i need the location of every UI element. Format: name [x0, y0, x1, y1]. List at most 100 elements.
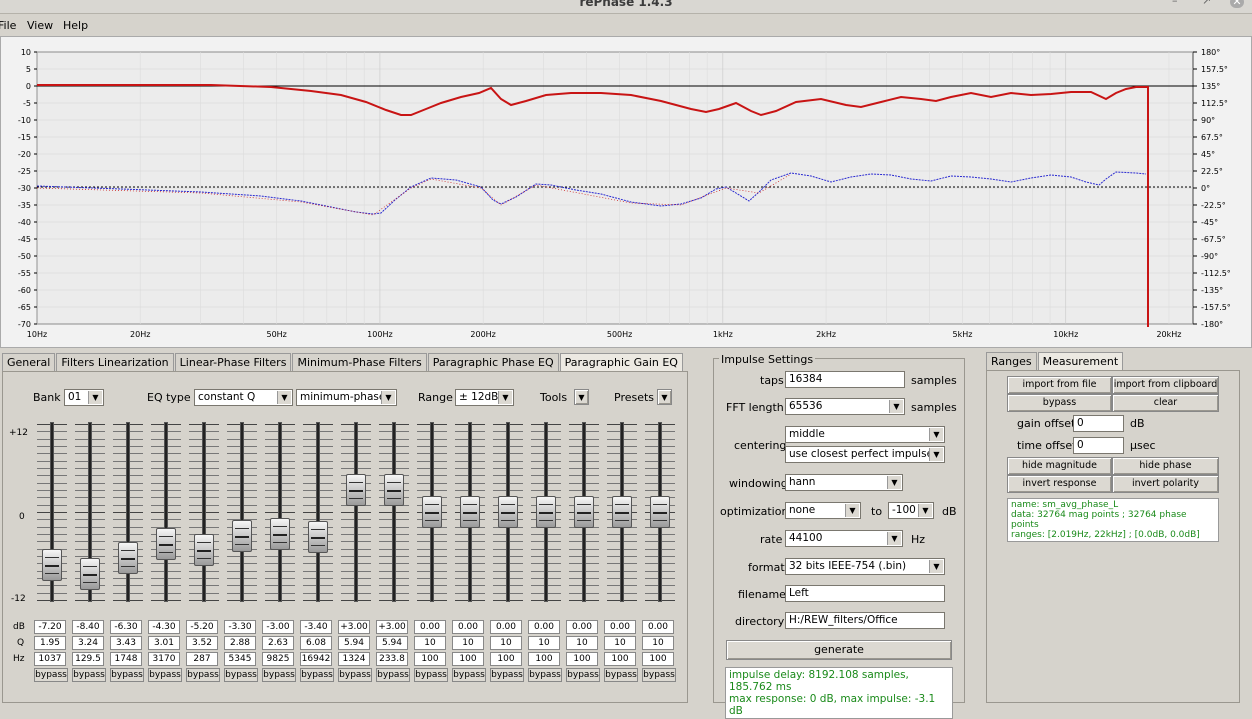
- band-gain-field[interactable]: 0.00: [642, 620, 674, 634]
- tab-paragraphic-phase-eq[interactable]: Paragraphic Phase EQ: [427, 353, 559, 371]
- band-slider[interactable]: [565, 422, 603, 602]
- time-offset-field[interactable]: 0: [1073, 437, 1124, 454]
- menu-file[interactable]: File: [0, 19, 16, 32]
- bypass-button[interactable]: bypass: [1007, 394, 1112, 412]
- band-freq-field[interactable]: 100: [528, 652, 560, 666]
- band-freq-field[interactable]: 16942: [300, 652, 332, 666]
- band-bypass-button[interactable]: bypass: [224, 668, 258, 682]
- hide-phase-button[interactable]: hide phase: [1112, 457, 1219, 475]
- band-slider[interactable]: [603, 422, 641, 602]
- centering-mode-select[interactable]: use closest perfect impulse ▼: [785, 446, 945, 463]
- gain-offset-field[interactable]: 0: [1073, 415, 1124, 432]
- slider-knob[interactable]: [612, 496, 632, 528]
- band-gain-field[interactable]: -3.00: [262, 620, 294, 634]
- band-freq-field[interactable]: 100: [604, 652, 636, 666]
- band-gain-field[interactable]: +3.00: [376, 620, 408, 634]
- band-bypass-button[interactable]: bypass: [262, 668, 296, 682]
- band-bypass-button[interactable]: bypass: [528, 668, 562, 682]
- tab-linear-phase-filters[interactable]: Linear-Phase Filters: [174, 353, 292, 371]
- centering-select[interactable]: middle ▼: [785, 426, 945, 443]
- maximize-icon[interactable]: ↗: [1202, 0, 1211, 7]
- band-gain-field[interactable]: -6.30: [110, 620, 142, 634]
- import-file-button[interactable]: import from file: [1007, 376, 1112, 394]
- band-bypass-button[interactable]: bypass: [642, 668, 676, 682]
- band-bypass-button[interactable]: bypass: [566, 668, 600, 682]
- range-select[interactable]: ± 12dB ▼: [455, 389, 514, 406]
- slider-knob[interactable]: [270, 518, 290, 550]
- optimization-to-select[interactable]: -100 ▼: [888, 502, 934, 519]
- tab-paragraphic-gain-eq[interactable]: Paragraphic Gain EQ: [559, 353, 683, 372]
- band-gain-field[interactable]: -4.30: [148, 620, 180, 634]
- band-q-field[interactable]: 6.08: [300, 636, 332, 650]
- band-slider[interactable]: [185, 422, 223, 602]
- band-gain-field[interactable]: 0.00: [452, 620, 484, 634]
- band-q-field[interactable]: 10: [490, 636, 522, 650]
- band-bypass-button[interactable]: bypass: [34, 668, 68, 682]
- band-gain-field[interactable]: -5.20: [186, 620, 218, 634]
- band-freq-field[interactable]: 5345: [224, 652, 256, 666]
- band-q-field[interactable]: 2.63: [262, 636, 294, 650]
- band-slider[interactable]: [413, 422, 451, 602]
- band-q-field[interactable]: 10: [604, 636, 636, 650]
- band-slider[interactable]: [147, 422, 185, 602]
- band-gain-field[interactable]: -3.40: [300, 620, 332, 634]
- band-q-field[interactable]: 10: [528, 636, 560, 650]
- band-freq-field[interactable]: 9825: [262, 652, 294, 666]
- slider-knob[interactable]: [460, 496, 480, 528]
- slider-knob[interactable]: [80, 557, 100, 590]
- band-slider[interactable]: [375, 422, 413, 602]
- band-gain-field[interactable]: -7.20: [34, 620, 66, 634]
- band-gain-field[interactable]: 0.00: [566, 620, 598, 634]
- band-slider[interactable]: [109, 422, 147, 602]
- band-q-field[interactable]: 10: [452, 636, 484, 650]
- windowing-select[interactable]: hann ▼: [785, 474, 903, 491]
- slider-knob[interactable]: [118, 542, 138, 575]
- band-q-field[interactable]: 5.94: [376, 636, 408, 650]
- tab-ranges[interactable]: Ranges: [986, 352, 1037, 370]
- tab-measurement[interactable]: Measurement: [1037, 352, 1124, 371]
- slider-knob[interactable]: [498, 496, 518, 528]
- band-freq-field[interactable]: 100: [452, 652, 484, 666]
- bank-select[interactable]: 01 ▼: [64, 389, 104, 406]
- band-slider[interactable]: [489, 422, 527, 602]
- band-slider[interactable]: [641, 422, 679, 602]
- band-bypass-button[interactable]: bypass: [110, 668, 144, 682]
- band-q-field[interactable]: 10: [642, 636, 674, 650]
- band-bypass-button[interactable]: bypass: [604, 668, 638, 682]
- band-gain-field[interactable]: 0.00: [490, 620, 522, 634]
- slider-knob[interactable]: [422, 496, 442, 528]
- band-q-field[interactable]: 3.43: [110, 636, 142, 650]
- slider-knob[interactable]: [194, 534, 214, 567]
- band-slider[interactable]: [261, 422, 299, 602]
- slider-knob[interactable]: [156, 527, 176, 560]
- band-q-field[interactable]: 5.94: [338, 636, 370, 650]
- band-gain-field[interactable]: +3.00: [338, 620, 370, 634]
- band-gain-field[interactable]: -8.40: [72, 620, 104, 634]
- band-bypass-button[interactable]: bypass: [186, 668, 220, 682]
- taps-field[interactable]: 16384: [785, 371, 905, 388]
- band-freq-field[interactable]: 100: [490, 652, 522, 666]
- band-freq-field[interactable]: 1324: [338, 652, 370, 666]
- band-q-field[interactable]: 3.52: [186, 636, 218, 650]
- generate-button[interactable]: generate: [726, 640, 952, 660]
- optimization-select[interactable]: none ▼: [785, 502, 861, 519]
- band-bypass-button[interactable]: bypass: [376, 668, 410, 682]
- band-gain-field[interactable]: 0.00: [414, 620, 446, 634]
- format-select[interactable]: 32 bits IEEE-754 (.bin) ▼: [785, 558, 945, 575]
- band-bypass-button[interactable]: bypass: [338, 668, 372, 682]
- fft-select[interactable]: 65536 ▼: [785, 398, 905, 415]
- hide-magnitude-button[interactable]: hide magnitude: [1007, 457, 1112, 475]
- band-q-field[interactable]: 10: [414, 636, 446, 650]
- directory-field[interactable]: H:/REW_filters/Office: [785, 612, 945, 629]
- minimize-icon[interactable]: –: [1172, 0, 1178, 7]
- band-gain-field[interactable]: 0.00: [528, 620, 560, 634]
- tools-menu-button[interactable]: ▼: [574, 389, 589, 405]
- band-bypass-button[interactable]: bypass: [72, 668, 106, 682]
- band-q-field[interactable]: 1.95: [34, 636, 66, 650]
- band-bypass-button[interactable]: bypass: [452, 668, 486, 682]
- band-gain-field[interactable]: 0.00: [604, 620, 636, 634]
- rate-select[interactable]: 44100 ▼: [785, 530, 903, 547]
- menu-help[interactable]: Help: [63, 19, 88, 32]
- eqtype-select[interactable]: constant Q ▼: [194, 389, 293, 406]
- band-freq-field[interactable]: 287: [186, 652, 218, 666]
